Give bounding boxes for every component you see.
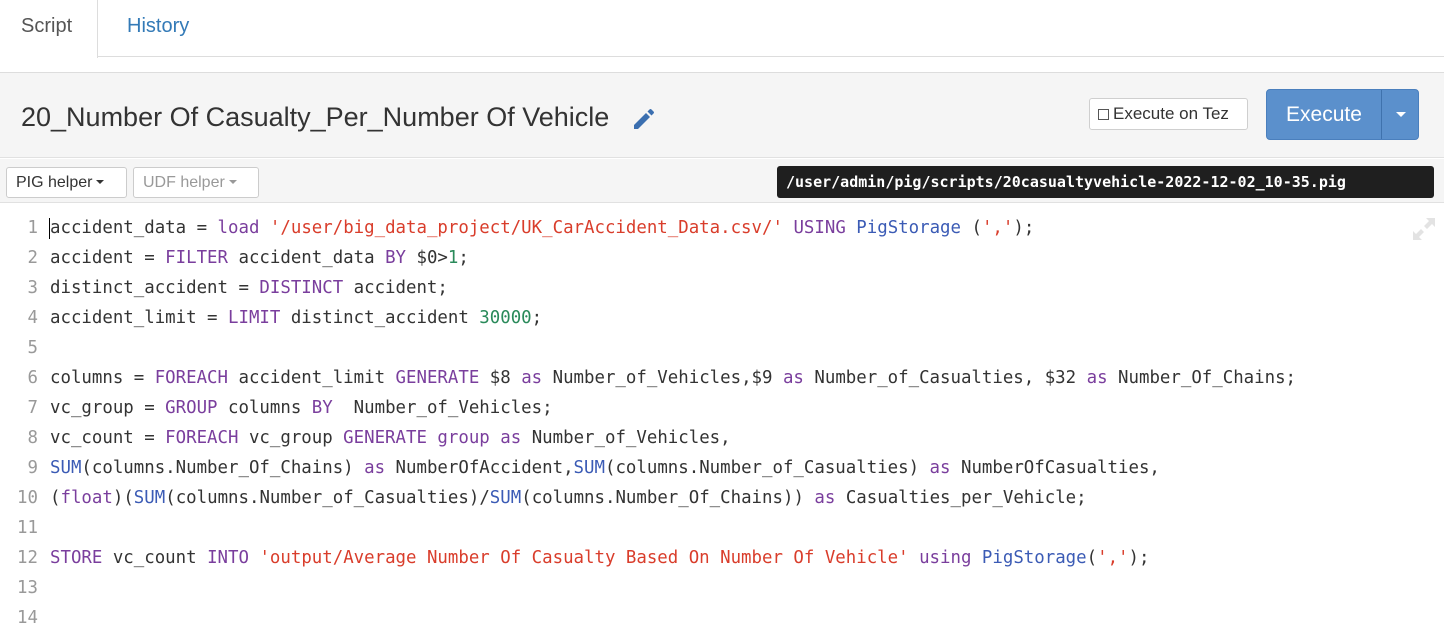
pig-helper-label: PIG helper — [16, 174, 93, 191]
code-line[interactable]: 2 accident = FILTER accident_data BY $0>1… — [0, 243, 1444, 273]
pencil-icon[interactable] — [630, 106, 656, 132]
line-number: 14 — [17, 608, 38, 628]
code-line[interactable]: 13 — [0, 573, 1444, 603]
text-cursor — [49, 218, 50, 239]
code-line[interactable]: 1 accident_data = load '/user/big_data_pr… — [0, 213, 1444, 243]
code-line[interactable]: 12 STORE vc_count INTO 'output/Average Nu… — [0, 543, 1444, 573]
code-line[interactable]: 14 — [0, 603, 1444, 632]
line-number: 13 — [17, 578, 38, 598]
script-panel: 20_Number Of Casualty_Per_Number Of Vehi… — [0, 72, 1444, 632]
execute-on-tez-checkbox[interactable]: Execute on Tez — [1089, 98, 1248, 130]
line-number: 1 — [27, 218, 38, 238]
code-line[interactable]: 7 vc_group = GROUP columns BY Number_of_V… — [0, 393, 1444, 423]
caret-down-icon — [228, 180, 237, 184]
code-line[interactable]: 5 — [0, 333, 1444, 363]
code-editor[interactable]: 1 accident_data = load '/user/big_data_pr… — [0, 209, 1444, 632]
code-text: accident_limit = LIMIT distinct_accident… — [50, 308, 543, 328]
code-line[interactable]: 8 vc_count = FOREACH vc_group GENERATE gr… — [0, 423, 1444, 453]
tab-bar: Script History — [0, 0, 1444, 58]
line-number: 7 — [27, 398, 38, 418]
tab-history[interactable]: History — [103, 0, 213, 57]
script-title: 20_Number Of Casualty_Per_Number Of Vehi… — [21, 102, 610, 132]
line-number: 4 — [27, 308, 38, 328]
line-number: 12 — [17, 548, 38, 568]
line-number: 10 — [17, 488, 38, 508]
code-text: distinct_accident = DISTINCT accident; — [50, 278, 448, 298]
code-line[interactable]: 6 columns = FOREACH accident_limit GENERA… — [0, 363, 1444, 393]
code-text: accident_data = load '/user/big_data_pro… — [50, 218, 1035, 238]
pig-helper-dropdown[interactable]: PIG helper — [6, 167, 127, 198]
execute-on-tez-label: Execute on Tez — [1113, 104, 1229, 123]
line-number: 9 — [27, 458, 38, 478]
code-text: STORE vc_count INTO 'output/Average Numb… — [50, 548, 1150, 568]
code-line[interactable]: 9 SUM(columns.Number_Of_Chains) as Number… — [0, 453, 1444, 483]
line-number: 8 — [27, 428, 38, 448]
script-header: 20_Number Of Casualty_Per_Number Of Vehi… — [0, 73, 1444, 158]
code-text: vc_group = GROUP columns BY Number_of_Ve… — [50, 398, 553, 418]
line-number: 2 — [27, 248, 38, 268]
line-number: 3 — [27, 278, 38, 298]
script-path-label: /user/admin/pig/scripts/20casualtyvehicl… — [777, 166, 1434, 198]
code-text: columns = FOREACH accident_limit GENERAT… — [50, 368, 1297, 388]
line-number: 11 — [17, 518, 38, 538]
udf-helper-dropdown[interactable]: UDF helper — [133, 167, 259, 198]
code-text: SUM(columns.Number_Of_Chains) as NumberO… — [50, 458, 1160, 478]
tab-script[interactable]: Script — [0, 0, 98, 58]
caret-down-icon — [96, 180, 105, 184]
execute-button[interactable]: Execute — [1267, 90, 1381, 139]
code-text: (float)(SUM(columns.Number_of_Casualties… — [50, 488, 1087, 508]
code-line[interactable]: 10 (float)(SUM(columns.Number_of_Casualti… — [0, 483, 1444, 513]
line-number: 6 — [27, 368, 38, 388]
code-line[interactable]: 4 accident_limit = LIMIT distinct_acciden… — [0, 303, 1444, 333]
line-number: 5 — [27, 338, 38, 358]
execute-button-group: Execute — [1266, 89, 1419, 140]
code-text: accident = FILTER accident_data BY $0>1; — [50, 248, 469, 268]
checkbox-icon[interactable] — [1098, 109, 1109, 120]
udf-helper-label: UDF helper — [143, 174, 225, 191]
execute-dropdown-toggle[interactable] — [1382, 90, 1419, 139]
code-text: vc_count = FOREACH vc_group GENERATE gro… — [50, 428, 731, 448]
code-line[interactable]: 11 — [0, 513, 1444, 543]
code-line[interactable]: 3 distinct_accident = DISTINCT accident; — [0, 273, 1444, 303]
